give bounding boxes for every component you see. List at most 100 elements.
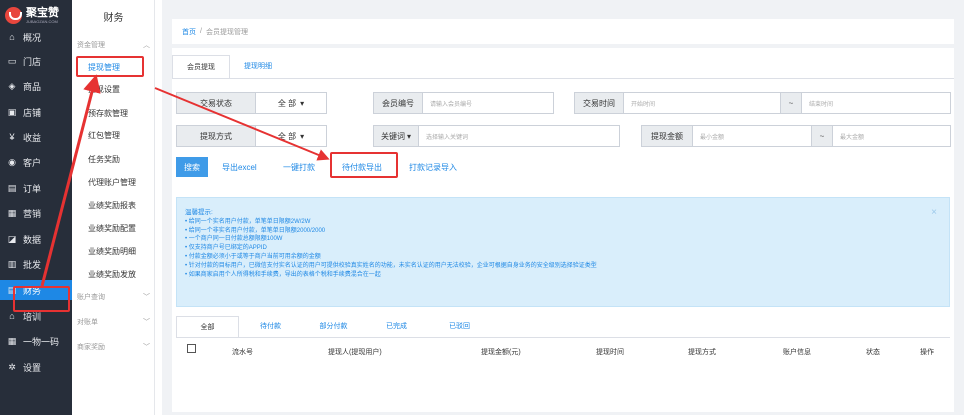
- sub-group-reconcile-label: 对账单: [77, 319, 98, 326]
- breadcrumb-home[interactable]: 首页: [182, 27, 196, 37]
- nav-item-label: 数据: [23, 234, 42, 245]
- coin-icon: ¥: [9, 132, 15, 142]
- nav-item-0[interactable]: ⌂ 概况: [0, 27, 72, 47]
- nav-item-label: 营销: [23, 208, 42, 219]
- main-nav: 聚宝赞 JUBAOZAN.COM ⌂ 概况 ▭ 门店 ◈ 商品 ▣ 店铺 ¥ 收益 ◉ 客户 ▤ 订单 ▦ 营…: [0, 0, 72, 415]
- sub-menu-item-8[interactable]: 业绩奖励明细: [88, 246, 136, 257]
- nav-item-5[interactable]: ◉ 客户: [0, 152, 72, 172]
- status-tab-3[interactable]: 已完成: [365, 316, 428, 338]
- column-header: 账户信息: [783, 349, 811, 356]
- tab-member-withdraw[interactable]: 会员提现: [172, 55, 230, 79]
- status-tab-0[interactable]: 全部: [176, 316, 239, 338]
- highlight-box-submenu: [76, 56, 144, 77]
- member-no-label: 会员编号: [373, 92, 423, 114]
- nav-item-2[interactable]: ◈ 商品: [0, 76, 72, 96]
- sub-group-reconcile[interactable]: 对账单 ﹀: [77, 317, 150, 327]
- column-header: 提现时间: [596, 349, 624, 356]
- keyword-select[interactable]: 关键词 ▾: [373, 125, 419, 147]
- end-time-input[interactable]: 结束时间: [801, 92, 951, 114]
- select-all-checkbox[interactable]: [187, 344, 196, 353]
- nav-item-12[interactable]: ▦ 一物一码: [0, 331, 72, 351]
- shop-icon: ▣: [7, 106, 17, 117]
- nav-item-label: 收益: [23, 132, 42, 143]
- nav-item-7[interactable]: ▦ 营销: [0, 203, 72, 223]
- tag-icon: ◈: [8, 80, 16, 91]
- breadcrumb-current: 会员提现管理: [205, 28, 248, 36]
- trade-status-select[interactable]: 全 部 ▾: [255, 92, 327, 114]
- notice-line: • 一个商户同一日付款总额限额100W: [185, 236, 283, 243]
- caret-down-icon: ▾: [406, 131, 411, 141]
- search-button[interactable]: 搜索: [176, 157, 208, 177]
- breadcrumb-separator: /: [200, 28, 202, 35]
- keyword-input[interactable]: 选择输入关键词: [418, 125, 620, 147]
- nav-item-4[interactable]: ¥ 收益: [0, 127, 72, 147]
- sub-menu-item-1[interactable]: 提现设置: [88, 84, 120, 95]
- nav-item-6[interactable]: ▤ 订单: [0, 178, 72, 198]
- close-icon[interactable]: ×: [931, 208, 937, 218]
- nav-item-label: 商品: [23, 81, 42, 92]
- nav-item-label: 订单: [23, 183, 42, 194]
- nav-item-label: 门店: [23, 56, 42, 67]
- nav-item-3[interactable]: ▣ 店铺: [0, 102, 72, 122]
- chart-icon: ◪: [7, 233, 17, 244]
- nav-item-8[interactable]: ◪ 数据: [0, 229, 72, 249]
- notice-panel: × 温馨提示: • 给同一个实名用户付款，单笔单日限额2W/2W • 给同一个非实…: [176, 197, 950, 307]
- import-records-button[interactable]: 打款记录导入: [409, 157, 457, 177]
- order-icon: ▤: [7, 182, 17, 193]
- chevron-down-icon: ﹀: [143, 319, 150, 326]
- sub-menu-item-5[interactable]: 代理账户管理: [88, 177, 136, 188]
- status-tab-1[interactable]: 待付款: [239, 316, 302, 338]
- one-click-pay-button[interactable]: 一键打款: [283, 157, 315, 177]
- method-select[interactable]: 全 部 ▾: [255, 125, 327, 147]
- sub-menu-item-9[interactable]: 业绩奖励发放: [88, 269, 136, 280]
- top-tabs: 会员提现 提现明细: [172, 55, 286, 79]
- app-root: 聚宝赞 JUBAOZAN.COM ⌂ 概况 ▭ 门店 ◈ 商品 ▣ 店铺 ¥ 收益 ◉ 客户 ▤ 订单 ▦ 营…: [0, 0, 964, 415]
- nav-item-label: 店铺: [23, 107, 42, 118]
- min-amount-input[interactable]: 最小金额: [692, 125, 812, 147]
- start-time-input[interactable]: 开始时间: [623, 92, 781, 114]
- sub-group-merchant-label: 商家奖励: [77, 344, 105, 351]
- export-excel-button[interactable]: 导出excel: [222, 157, 257, 177]
- notice-line: • 付款金额必须小于或等于商户当前可用余额的金额: [185, 253, 321, 260]
- tab-withdraw-detail[interactable]: 提现明细: [230, 55, 286, 79]
- max-amount-input[interactable]: 最大金额: [832, 125, 951, 147]
- sub-group-funds[interactable]: 资金管理 ︿: [77, 40, 150, 50]
- sub-menu-item-4[interactable]: 任务奖励: [88, 154, 120, 165]
- sub-group-accounts[interactable]: 账户查询 ﹀: [77, 292, 150, 302]
- status-tab-4[interactable]: 已驳回: [428, 316, 491, 338]
- column-header: 提现方式: [688, 349, 716, 356]
- sub-menu-item-2[interactable]: 预存款管理: [88, 108, 128, 119]
- status-tabs: 全部 待付款 部分付款 已完成 已驳回: [176, 316, 491, 338]
- trade-time-label: 交易时间: [574, 92, 624, 114]
- column-header: 提现人(提现用户): [328, 349, 382, 356]
- amount-label: 提现金额: [641, 125, 693, 147]
- nav-item-13[interactable]: ✲ 设置: [0, 357, 72, 377]
- nav-item-9[interactable]: ▥ 批发: [0, 254, 72, 274]
- caret-down-icon: ▾: [300, 98, 305, 108]
- nav-item-label: 批发: [23, 259, 42, 270]
- trade-status-value: 全 部: [277, 98, 297, 108]
- sub-menu-item-3[interactable]: 红包管理: [88, 130, 120, 141]
- nav-item-1[interactable]: ▭ 门店: [0, 51, 72, 71]
- column-header: 提现金额(元): [481, 349, 521, 356]
- nav-item-label: 客户: [23, 157, 42, 168]
- sub-menu-item-6[interactable]: 业绩奖励报表: [88, 200, 136, 211]
- wholesale-icon: ▥: [7, 258, 17, 269]
- sub-menu-item-7[interactable]: 业绩奖励配置: [88, 223, 136, 234]
- chevron-down-icon: ﹀: [143, 344, 150, 351]
- method-label: 提现方式: [176, 125, 256, 147]
- sub-group-merchant[interactable]: 商家奖励 ﹀: [77, 342, 150, 352]
- nav-item-label: 设置: [23, 362, 42, 373]
- qrcode-icon: ▦: [7, 335, 17, 346]
- column-header: 操作: [920, 349, 934, 356]
- member-no-input[interactable]: 请输入会员编号: [422, 92, 554, 114]
- trade-status-label: 交易状态: [176, 92, 256, 114]
- chevron-down-icon: ﹀: [143, 294, 150, 301]
- notice-title: 温馨提示:: [185, 209, 213, 216]
- status-tab-2[interactable]: 部分付款: [302, 316, 365, 338]
- table-header: 流水号 提现人(提现用户) 提现金额(元) 提现时间 提现方式 账户信息 状态 操作: [176, 341, 950, 363]
- settings-icon: ✲: [8, 361, 16, 372]
- status-tabs-divider: [176, 337, 950, 338]
- notice-line: • 给同一个实名用户付款，单笔单日限额2W/2W: [185, 218, 311, 225]
- nav-item-label: 概况: [23, 32, 42, 43]
